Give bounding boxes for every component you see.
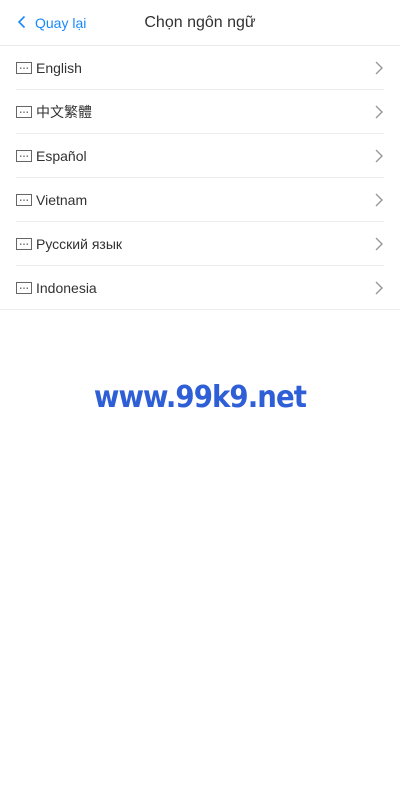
language-list: English 中文繁體 Español Vietnam Русский язы… xyxy=(0,46,400,310)
language-item-english[interactable]: English xyxy=(0,46,400,90)
language-item-russian[interactable]: Русский язык xyxy=(0,222,400,266)
back-label: Quay lại xyxy=(35,15,87,31)
keyboard-icon xyxy=(16,62,32,74)
language-label: 中文繁體 xyxy=(36,104,92,120)
language-label: Indonesia xyxy=(36,280,97,296)
language-label: Русский язык xyxy=(36,236,123,252)
nav-bar: Quay lại Chọn ngôn ngữ xyxy=(0,0,400,46)
keyboard-icon xyxy=(16,282,32,294)
chevron-right-icon xyxy=(370,104,384,120)
language-label: Vietnam xyxy=(36,192,88,208)
language-item-chinese-traditional[interactable]: 中文繁體 xyxy=(0,90,400,134)
chevron-left-icon xyxy=(14,14,35,33)
language-label: Español xyxy=(36,148,87,164)
chevron-right-icon xyxy=(370,236,384,252)
keyboard-icon xyxy=(16,238,32,250)
language-item-spanish[interactable]: Español xyxy=(0,134,400,178)
back-button[interactable]: Quay lại xyxy=(14,0,86,46)
chevron-right-icon xyxy=(370,280,384,296)
chevron-right-icon xyxy=(370,192,384,208)
language-label: English xyxy=(36,60,82,76)
language-item-vietnamese[interactable]: Vietnam xyxy=(0,178,400,222)
chevron-right-icon xyxy=(370,60,384,76)
watermark-text: www.99k9.net xyxy=(93,380,307,415)
keyboard-icon xyxy=(16,106,32,118)
language-item-indonesian[interactable]: Indonesia xyxy=(0,266,400,310)
keyboard-icon xyxy=(16,150,32,162)
chevron-right-icon xyxy=(370,148,384,164)
keyboard-icon xyxy=(16,194,32,206)
